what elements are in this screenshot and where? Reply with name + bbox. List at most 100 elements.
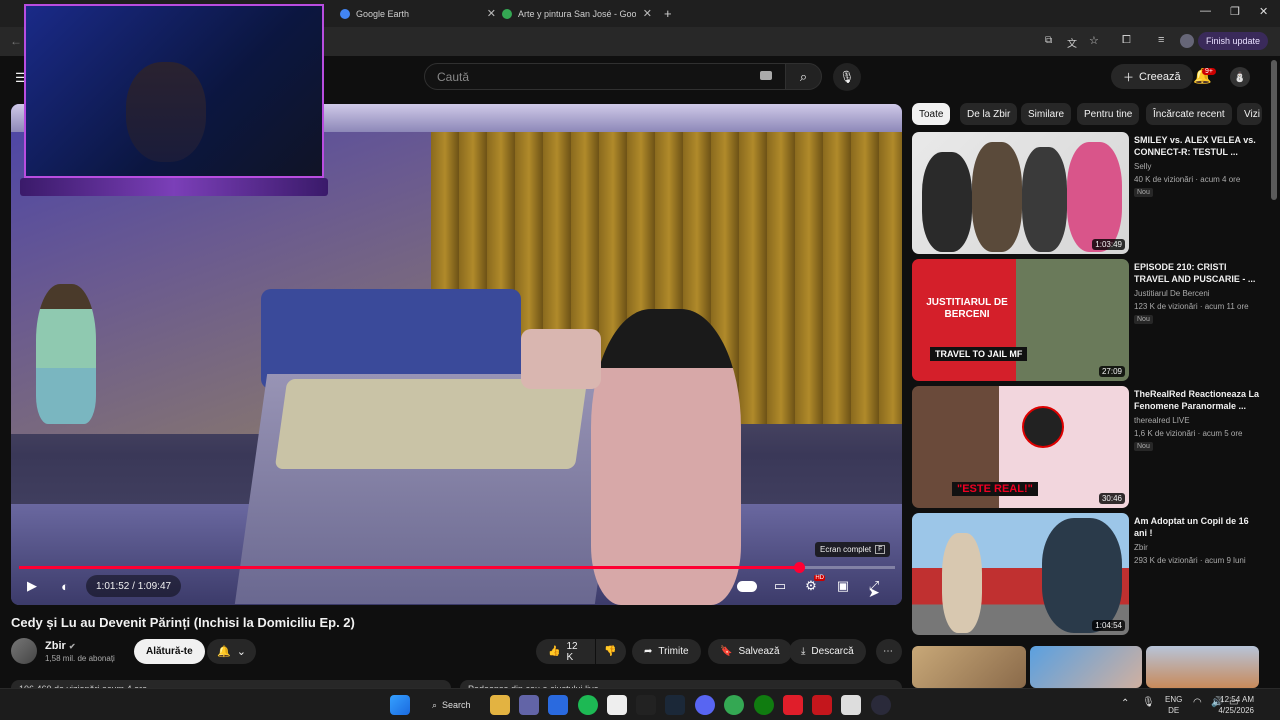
account-avatar[interactable]: ⛄ [1230, 67, 1250, 87]
epic-games-icon[interactable] [636, 695, 656, 715]
chrome-active-icon[interactable] [871, 695, 891, 715]
close-icon[interactable]: ✕ [487, 7, 496, 20]
share-button[interactable]: ➦ Trimite [632, 639, 701, 664]
rec-meta: 293 K de vizionări · acum 9 luni [1134, 556, 1246, 565]
tab-label: Google Earth [356, 8, 410, 19]
video-thumbnail[interactable]: 1:03:49 [912, 132, 1129, 254]
bookmark-icon: 🔖 [720, 646, 733, 657]
like-button[interactable]: 👍 12 K [536, 639, 595, 664]
video-thumbnail[interactable]: JUSTITIARUL DE BERCENI TRAVEL TO JAIL MF… [912, 259, 1129, 381]
tab-label: Arte y pintura San José - Google [518, 8, 636, 19]
video-frame-person-right [591, 309, 741, 605]
duration-badge: 1:03:49 [1092, 239, 1125, 250]
plus-icon: ＋ [1123, 71, 1134, 84]
profile-avatar-icon[interactable] [1180, 34, 1194, 48]
chrome-icon[interactable] [724, 695, 744, 715]
video-thumbnail[interactable] [912, 646, 1026, 688]
more-actions-button[interactable]: ⋯ [876, 639, 902, 664]
subscription-bell-button[interactable]: 🔔 ⌄ [207, 639, 256, 664]
tooltip-key: F [875, 545, 886, 554]
download-button[interactable]: ⤓ Descarcă [789, 639, 866, 664]
video-thumbnail[interactable] [1146, 646, 1259, 688]
file-explorer-icon[interactable] [490, 695, 510, 715]
chevron-up-icon[interactable]: ⌃ [1121, 698, 1129, 709]
recommendation-item[interactable]: 1:04:54 Am Adoptat un Copil de 16 ani ! … [912, 513, 1262, 635]
chip-vizionate[interactable]: Vizi [1237, 103, 1262, 125]
recommendation-item[interactable]: JUSTITIARUL DE BERCENI TRAVEL TO JAIL MF… [912, 259, 1262, 381]
finish-update-button[interactable]: Finish update [1197, 32, 1268, 50]
screen-cast-icon[interactable]: ⧉ [1045, 35, 1052, 46]
translate-icon[interactable]: 文 [1067, 35, 1077, 50]
chip-de-la-zbir[interactable]: De la Zbir [960, 103, 1018, 125]
chip-toate[interactable]: Toate [912, 103, 951, 125]
scrollbar[interactable] [1271, 60, 1277, 200]
rec-title: SMILEY vs. ALEX VELEA vs. CONNECT-R: TES… [1134, 135, 1256, 157]
video-thumbnail[interactable]: 1:04:54 [912, 513, 1129, 635]
subtitles-button[interactable]: ▭ [770, 577, 790, 595]
play-button[interactable]: ▶ [22, 577, 42, 595]
discord-icon[interactable] [695, 695, 715, 715]
autoplay-toggle[interactable] [736, 578, 758, 594]
chip-similare[interactable]: Similare [1021, 103, 1072, 125]
volume-icon: ◐ [61, 578, 69, 594]
reading-list-icon[interactable]: ≡ [1158, 34, 1164, 46]
close-window-icon[interactable]: ✕ [1259, 5, 1268, 18]
channel-name[interactable]: Zbir ✔ [45, 640, 76, 652]
windows-taskbar: ⌕ Search ⌃ 🎙 ENG DE ◠ 🔊 ▭ 12:54 AM 4/25/202… [0, 688, 1280, 720]
progress-bar[interactable] [19, 562, 895, 573]
new-tab-button[interactable]: + [664, 0, 678, 27]
theater-mode-button[interactable]: ▣ [833, 577, 853, 595]
store-icon[interactable] [548, 695, 568, 715]
steam-icon[interactable] [665, 695, 685, 715]
settings-button[interactable]: ⚙ HD [801, 575, 825, 595]
streamer-face [126, 62, 206, 162]
microphone-icon[interactable]: 🎙 [1142, 697, 1155, 708]
fullscreen-tooltip: Ecran complet F [815, 542, 891, 557]
chip-pentru-tine[interactable]: Pentru tine [1077, 103, 1140, 125]
wifi-icon[interactable]: ◠ [1193, 697, 1202, 708]
notepad-icon[interactable] [607, 695, 627, 715]
clock-time: 12:54 AM [1220, 695, 1254, 704]
save-button[interactable]: 🔖 Salvează [708, 639, 792, 664]
duration-badge: 27:09 [1098, 366, 1125, 377]
thumb-circle [1022, 406, 1064, 448]
acrobat-icon[interactable] [812, 695, 832, 715]
dislike-button[interactable]: 👎 [596, 639, 626, 664]
bookmark-star-icon[interactable]: ☆ [1089, 34, 1099, 47]
xbox-icon[interactable] [754, 695, 774, 715]
language-indicator[interactable]: ENG DE [1165, 694, 1182, 716]
join-button[interactable]: Alătură-te [134, 639, 205, 664]
minimize-icon[interactable]: — [1200, 5, 1211, 17]
back-icon[interactable]: ← [10, 34, 22, 48]
tab-arte-y-pintura[interactable]: Arte y pintura San José - Google ✕ [502, 0, 652, 27]
start-menu-icon[interactable] [390, 695, 410, 715]
video-thumbnail[interactable]: "ESTE REAL!" 30:46 [912, 386, 1129, 508]
search-button[interactable]: ⌕ [785, 63, 822, 90]
rec-channel: Justitiarul De Berceni [1134, 289, 1210, 298]
create-button[interactable]: ＋ Creează [1111, 64, 1193, 89]
close-icon[interactable]: ✕ [643, 7, 652, 20]
keyboard-icon[interactable] [760, 71, 772, 80]
document-icon[interactable] [841, 695, 861, 715]
search-input[interactable]: Caută [424, 63, 786, 90]
restore-icon[interactable]: ❐ [1230, 5, 1240, 18]
recommendation-item[interactable]: 1:03:49 SMILEY vs. ALEX VELEA vs. CONNEC… [912, 132, 1262, 254]
rec-title: Am Adoptat un Copil de 16 ani ! [1134, 516, 1249, 538]
volume-button[interactable]: ◐ [55, 577, 75, 595]
teams-icon[interactable] [519, 695, 539, 715]
like-count: 12 K [566, 640, 578, 663]
spotify-icon[interactable] [578, 695, 598, 715]
taskbar-search[interactable]: ⌕ Search [424, 694, 479, 716]
system-clock[interactable]: 12:54 AM 4/25/2026 [1218, 694, 1254, 716]
chip-incarcate-recent[interactable]: Încărcate recent [1146, 103, 1232, 125]
extensions-icon[interactable]: ⧠ [1122, 34, 1131, 47]
video-thumbnail[interactable] [1030, 646, 1142, 688]
recommendation-item[interactable]: "ESTE REAL!" 30:46 TheRealRed Reactionea… [912, 386, 1262, 508]
tab-google-earth[interactable]: Google Earth ✕ [340, 0, 496, 27]
mouse-cursor-icon: ➤ [868, 584, 880, 600]
channel-avatar[interactable] [11, 638, 37, 664]
taskbar-search-label: Search [442, 700, 471, 710]
voice-search-button[interactable]: 🎙 [833, 63, 861, 91]
progress-scrubber[interactable] [793, 562, 805, 573]
adobe-icon[interactable] [783, 695, 803, 715]
